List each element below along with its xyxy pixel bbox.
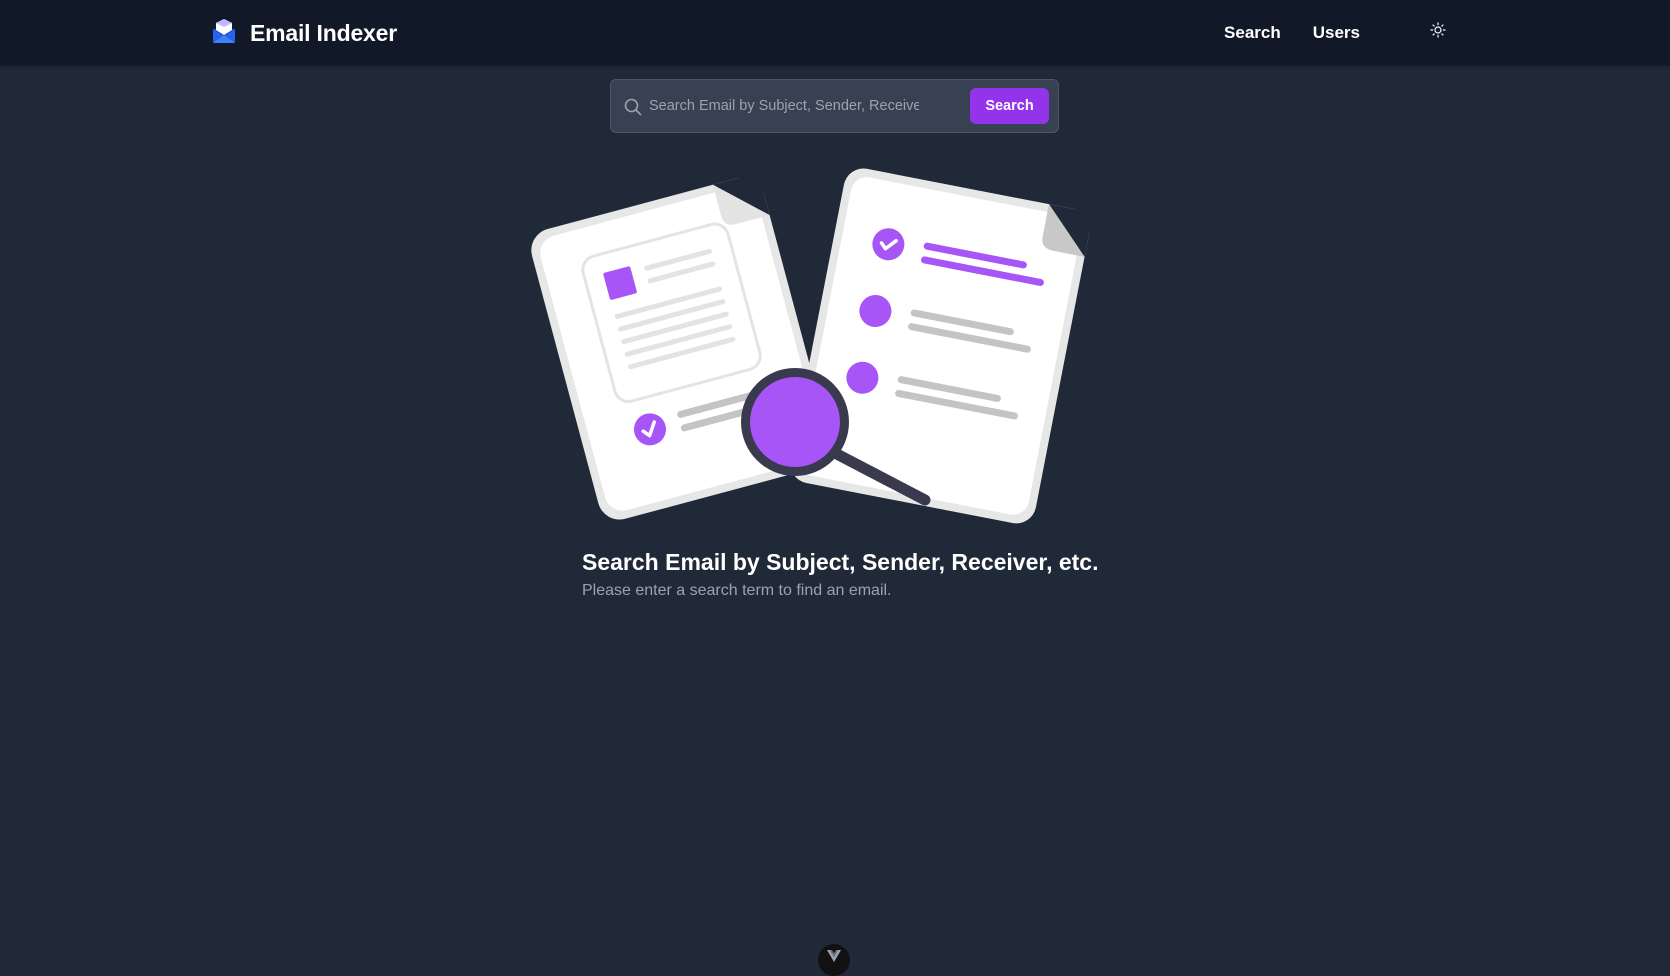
empty-state-subtitle: Please enter a search term to find an em…	[582, 582, 892, 599]
vue-logo-icon	[827, 949, 841, 967]
search-icon	[623, 97, 643, 117]
document-search-illustration	[525, 160, 1145, 530]
mail-open-icon	[212, 18, 236, 49]
search-input[interactable]	[649, 90, 919, 122]
brand[interactable]: Email Indexer	[212, 16, 397, 50]
vue-devtools-button[interactable]	[818, 944, 850, 976]
sun-icon	[1430, 21, 1446, 43]
search-button[interactable]: Search	[970, 88, 1049, 124]
nav-menu: Search Users	[1224, 0, 1360, 65]
app-title: Email Indexer	[250, 19, 397, 46]
nav-search-link[interactable]: Search	[1224, 23, 1281, 43]
empty-state-title: Search Email by Subject, Sender, Receive…	[582, 549, 1099, 575]
top-navbar: Email Indexer Search Users	[0, 0, 1670, 65]
theme-toggle-button[interactable]	[1426, 20, 1450, 44]
nav-users-link[interactable]: Users	[1313, 23, 1360, 43]
search-bar: Search	[610, 79, 1059, 133]
